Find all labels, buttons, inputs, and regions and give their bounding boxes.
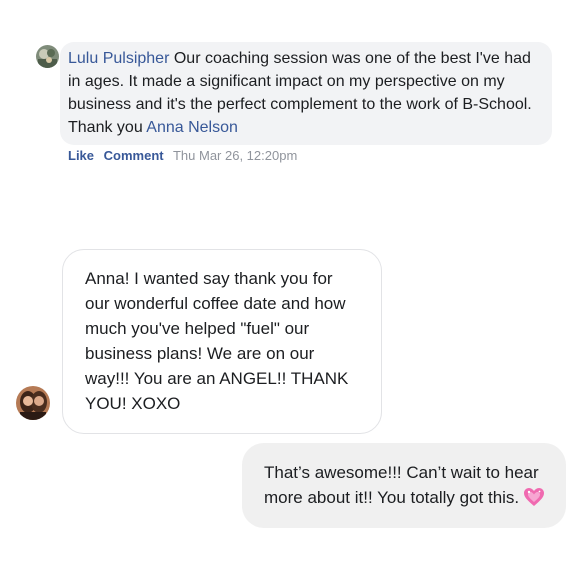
- sender-avatar[interactable]: [16, 386, 50, 420]
- like-button[interactable]: Like: [68, 148, 94, 163]
- mention-link[interactable]: Anna Nelson: [146, 119, 238, 136]
- incoming-message-bubble: Anna! I wanted say thank you for our won…: [62, 249, 382, 434]
- avatar-photo-icon: [16, 386, 50, 420]
- comment-bubble: Lulu Pulsipher Our coaching session was …: [60, 42, 552, 145]
- comment-author-link[interactable]: Lulu Pulsipher: [68, 50, 169, 67]
- avatar-photo-icon: [36, 45, 59, 68]
- comment-timestamp[interactable]: Thu Mar 26, 12:20pm: [173, 148, 297, 163]
- reply-button[interactable]: Comment: [104, 148, 164, 163]
- incoming-message-text: Anna! I wanted say thank you for our won…: [85, 269, 349, 413]
- sparkling-heart-icon: [523, 487, 545, 514]
- outgoing-message-text: That’s awesome!!! Can’t wait to hear mor…: [264, 463, 539, 507]
- outgoing-message-bubble: That’s awesome!!! Can’t wait to hear mor…: [242, 443, 566, 528]
- comment-actions: Like Comment Thu Mar 26, 12:20pm: [68, 148, 297, 164]
- comment-author-avatar[interactable]: [36, 45, 59, 68]
